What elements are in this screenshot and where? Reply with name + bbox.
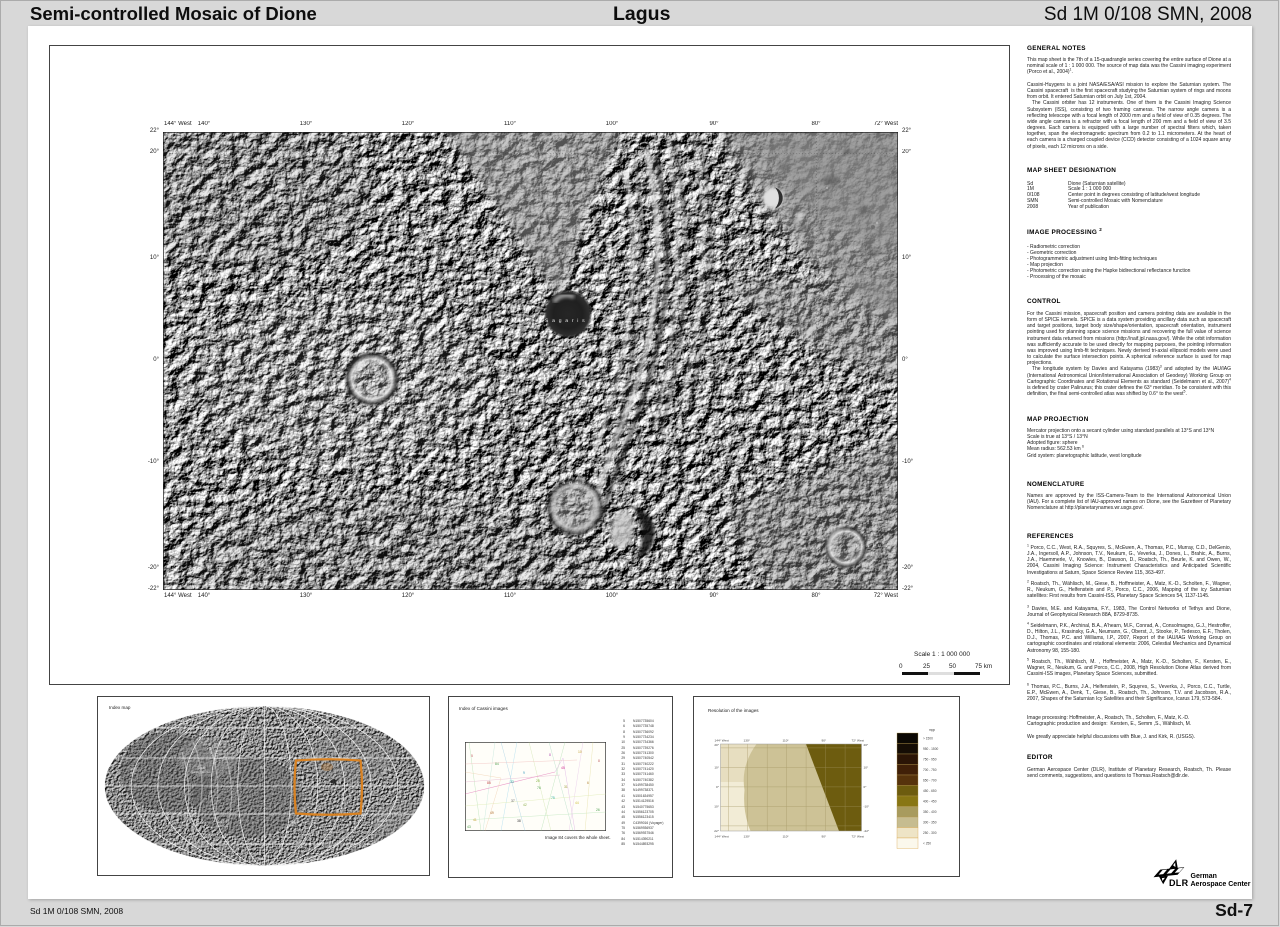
svg-text:37: 37 xyxy=(511,799,515,803)
svg-text:Camp Tiburtus: Camp Tiburtus xyxy=(191,770,211,774)
svg-text:9: 9 xyxy=(523,771,525,775)
svg-text:> 1500: > 1500 xyxy=(923,737,933,741)
svg-text:26: 26 xyxy=(596,808,600,812)
svg-text:44: 44 xyxy=(575,801,579,805)
svg-text:Sd-3: Sd-3 xyxy=(260,719,268,723)
svg-text:Sd-7: Sd-7 xyxy=(260,766,268,770)
svg-text:84: 84 xyxy=(495,762,499,766)
svg-text:31: 31 xyxy=(564,785,568,789)
svg-text:43: 43 xyxy=(467,825,471,829)
svg-text:6: 6 xyxy=(587,781,589,785)
svg-text:90°: 90° xyxy=(822,739,827,743)
svg-text:72° West: 72° West xyxy=(852,739,865,743)
svg-text:76: 76 xyxy=(537,786,541,790)
svg-text:42: 42 xyxy=(523,803,527,807)
svg-text:144° West: 144° West xyxy=(715,739,729,743)
svg-text:450 - 650: 450 - 650 xyxy=(923,789,937,793)
svg-text:< 250: < 250 xyxy=(923,842,931,846)
svg-text:38: 38 xyxy=(517,819,521,823)
svg-text:300 - 350: 300 - 350 xyxy=(923,821,937,825)
svg-text:0°: 0° xyxy=(716,785,720,789)
svg-text:-10°: -10° xyxy=(864,805,870,809)
svg-text:41: 41 xyxy=(473,818,477,822)
svg-text:250 - 300: 250 - 300 xyxy=(923,831,937,835)
svg-text:10: 10 xyxy=(578,750,582,754)
svg-text:Aerospace Center: Aerospace Center xyxy=(1191,881,1251,888)
svg-text:10°: 10° xyxy=(864,766,869,770)
svg-text:10°: 10° xyxy=(714,766,719,770)
svg-text:130°: 130° xyxy=(744,835,751,839)
svg-text:33: 33 xyxy=(510,780,514,784)
svg-text:110°: 110° xyxy=(783,739,790,743)
svg-text:650 - 700: 650 - 700 xyxy=(923,779,937,783)
svg-text:Dree: Dree xyxy=(379,823,386,827)
svg-text:Sd-9: Sd-9 xyxy=(142,819,150,823)
svg-text:45: 45 xyxy=(561,766,565,770)
svg-text:0°: 0° xyxy=(864,785,868,789)
svg-text:Dido: Dido xyxy=(130,771,137,775)
svg-text:mpp: mpp xyxy=(929,728,935,732)
svg-text:75: 75 xyxy=(551,796,555,800)
svg-text:400 - 450: 400 - 450 xyxy=(923,800,937,804)
svg-text:350 - 400: 350 - 400 xyxy=(923,810,937,814)
svg-text:Aufidus Catillus: Aufidus Catillus xyxy=(254,861,275,865)
svg-text:25: 25 xyxy=(536,779,540,783)
svg-text:Sd-4: Sd-4 xyxy=(341,721,349,725)
svg-text:130°: 130° xyxy=(744,739,751,743)
svg-text:49: 49 xyxy=(490,811,494,815)
svg-text:Sd-2: Sd-2 xyxy=(180,721,188,725)
svg-text:20°: 20° xyxy=(714,743,719,747)
svg-text:144° West: 144° West xyxy=(715,835,729,839)
svg-text:90°: 90° xyxy=(822,835,827,839)
svg-text:-22°: -22° xyxy=(714,829,720,833)
svg-text:Ilia: Ilia xyxy=(384,771,388,775)
svg-text:950 - 1500: 950 - 1500 xyxy=(923,747,938,751)
svg-text:8: 8 xyxy=(549,753,551,757)
svg-text:72° West: 72° West xyxy=(852,835,865,839)
svg-text:110°: 110° xyxy=(783,835,790,839)
svg-text:8: 8 xyxy=(598,759,600,763)
svg-text:750 - 950: 750 - 950 xyxy=(923,758,937,762)
svg-text:Carthage: Carthage xyxy=(216,824,229,828)
svg-text:700 - 750: 700 - 750 xyxy=(923,768,937,772)
svg-text:German: German xyxy=(1191,873,1217,880)
svg-text:DLR: DLR xyxy=(1169,878,1189,888)
svg-text:20°: 20° xyxy=(864,743,869,747)
svg-text:Sd-11: Sd-11 xyxy=(290,820,300,824)
svg-text:85: 85 xyxy=(487,781,491,785)
svg-text:5: 5 xyxy=(471,754,473,758)
svg-text:-10°: -10° xyxy=(714,805,720,809)
svg-text:Sd-1: Sd-1 xyxy=(260,709,268,713)
svg-text:-22°: -22° xyxy=(864,829,870,833)
